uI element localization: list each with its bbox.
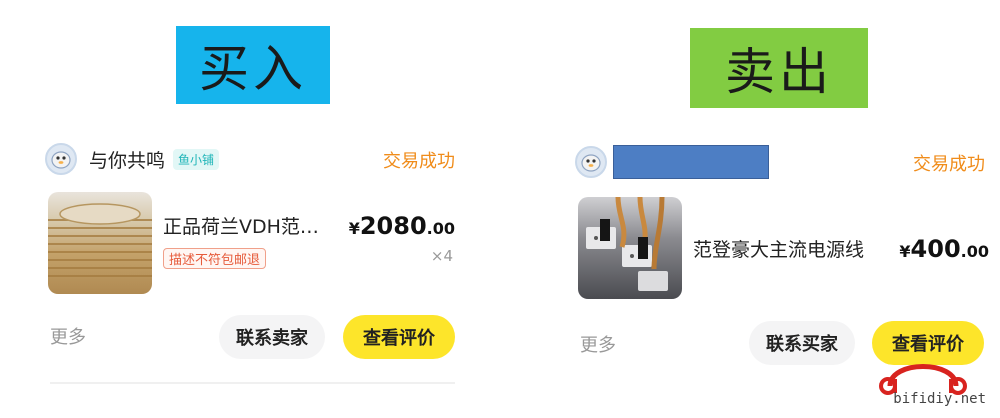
more-link[interactable]: 更多: [580, 331, 616, 357]
price-integer: 2080: [359, 212, 427, 240]
product-title[interactable]: 正品荷兰VDH范…: [163, 212, 319, 239]
return-policy-badge: 描述不符包邮退: [163, 248, 267, 269]
price-symbol: ¥: [348, 219, 360, 238]
order-status: 交易成功: [913, 154, 985, 175]
product-price: ¥2080.00: [349, 212, 455, 240]
redacted-buyer-name: [613, 145, 769, 179]
watermark-text: bifidiy.net: [893, 391, 986, 407]
product-thumbnail[interactable]: [48, 192, 152, 294]
contact-buyer-button[interactable]: 联系买家: [749, 321, 855, 365]
view-review-button[interactable]: 查看评价: [343, 315, 455, 359]
divider: [50, 382, 455, 384]
order-status: 交易成功: [383, 151, 455, 172]
fish-avatar-icon[interactable]: [45, 143, 77, 175]
product-price: ¥400.00: [899, 235, 989, 263]
shop-name[interactable]: 与你共鸣: [89, 146, 165, 173]
fish-avatar-icon[interactable]: [575, 146, 607, 178]
price-symbol: ¥: [899, 242, 911, 261]
price-decimal: .00: [426, 219, 455, 238]
contact-seller-button[interactable]: 联系卖家: [219, 315, 325, 359]
product-quantity: ×4: [430, 247, 453, 265]
price-integer: 400: [910, 235, 961, 263]
buy-banner: 买入: [176, 26, 330, 104]
price-decimal: .00: [960, 242, 989, 261]
product-title[interactable]: 范登豪大主流电源线: [693, 235, 864, 262]
shop-tag-badge: 鱼小铺: [173, 148, 220, 170]
sell-banner: 卖出: [690, 28, 868, 108]
order-card-buy: 与你共鸣 鱼小铺 交易成功 正品荷兰VDH范… 描述不符包邮退 ¥2080.00…: [45, 140, 465, 390]
more-link[interactable]: 更多: [50, 323, 86, 349]
product-thumbnail[interactable]: [578, 197, 682, 299]
